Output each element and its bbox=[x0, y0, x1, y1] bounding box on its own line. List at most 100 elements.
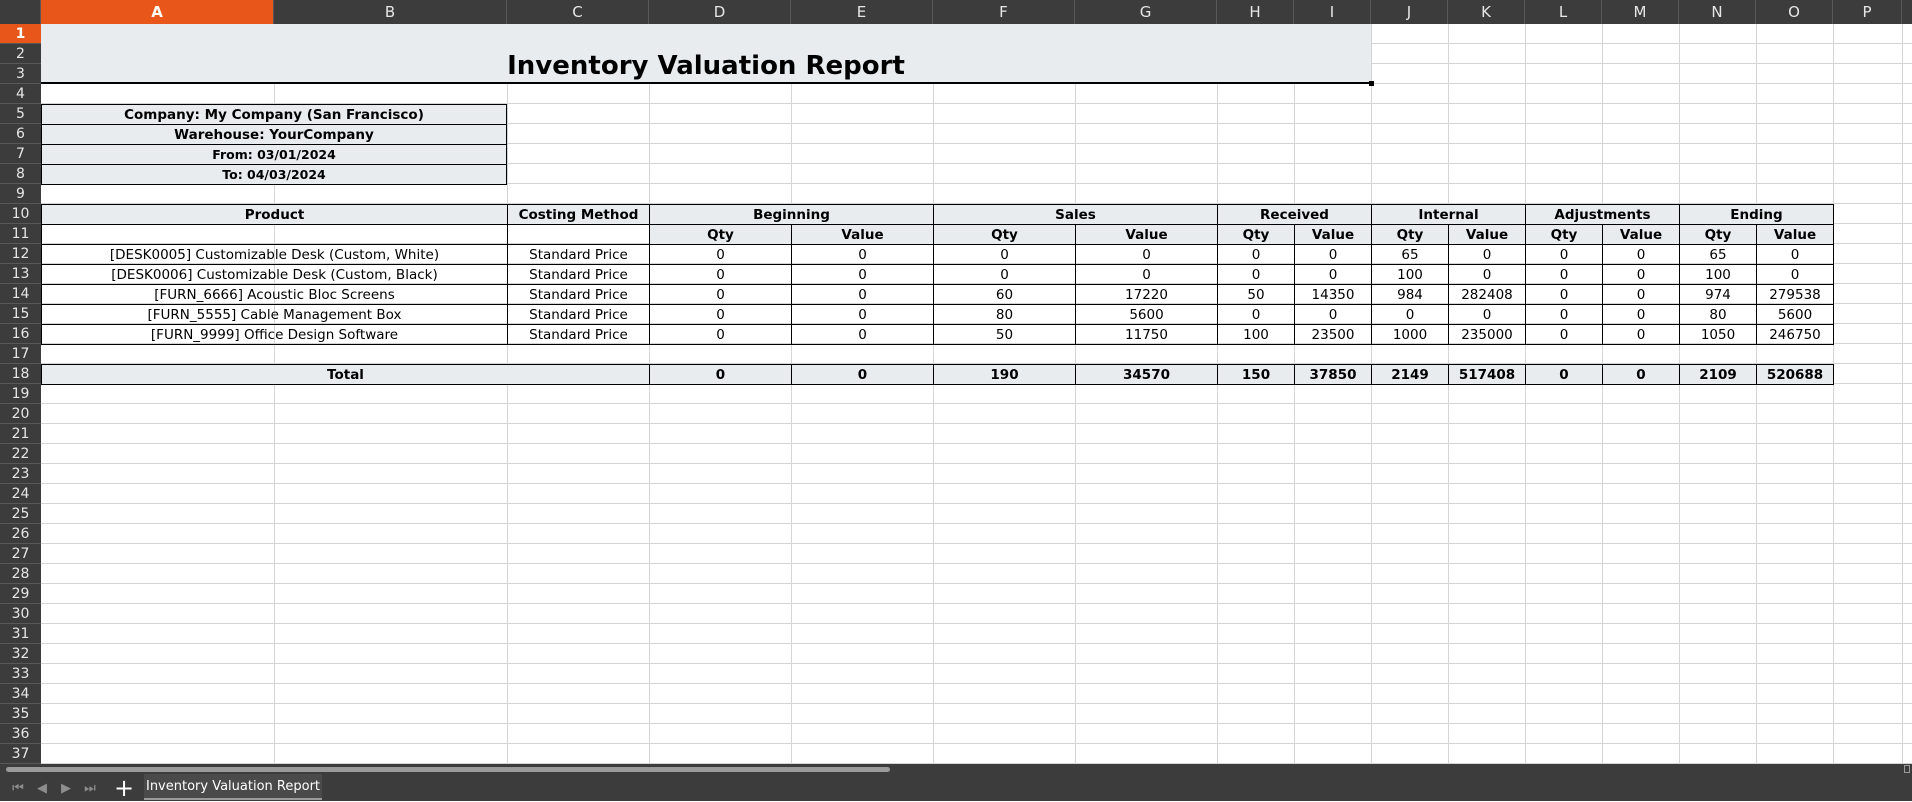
total-cell[interactable]: 190 bbox=[933, 364, 1076, 385]
horizontal-scrollbar[interactable] bbox=[0, 764, 1912, 774]
value-cell[interactable]: 0 bbox=[1294, 304, 1372, 325]
row-header[interactable]: 23 bbox=[0, 464, 41, 484]
value-cell[interactable]: 0 bbox=[1602, 244, 1680, 265]
row-header[interactable]: 9 bbox=[0, 184, 41, 204]
costing-method-cell[interactable]: Standard Price bbox=[507, 284, 650, 305]
column-header[interactable]: L bbox=[1525, 0, 1602, 24]
qty-subheader[interactable]: Qty bbox=[1679, 224, 1757, 245]
group-header[interactable]: Adjustments bbox=[1525, 204, 1680, 225]
value-cell[interactable]: 235000 bbox=[1448, 324, 1526, 345]
value-cell[interactable]: 0 bbox=[1602, 284, 1680, 305]
total-cell[interactable]: 0 bbox=[1525, 364, 1603, 385]
row-header[interactable]: 37 bbox=[0, 744, 41, 764]
column-header[interactable]: I bbox=[1294, 0, 1371, 24]
value-cell[interactable]: 0 bbox=[1525, 244, 1603, 265]
value-cell[interactable]: 0 bbox=[1294, 244, 1372, 265]
group-header[interactable]: Internal bbox=[1371, 204, 1526, 225]
value-subheader[interactable]: Value bbox=[1602, 224, 1680, 245]
total-cell[interactable]: 0 bbox=[649, 364, 792, 385]
row-header[interactable]: 15 bbox=[0, 304, 41, 324]
value-cell[interactable]: 50 bbox=[933, 324, 1076, 345]
column-header[interactable]: E bbox=[791, 0, 933, 24]
row-header[interactable]: 22 bbox=[0, 444, 41, 464]
value-cell[interactable]: 0 bbox=[1602, 264, 1680, 285]
value-subheader[interactable]: Value bbox=[1294, 224, 1372, 245]
row-header[interactable]: 16 bbox=[0, 324, 41, 344]
product-cell[interactable]: [FURN_6666] Acoustic Bloc Screens bbox=[41, 284, 508, 305]
row-header[interactable]: 3 bbox=[0, 64, 41, 84]
column-header[interactable]: F bbox=[933, 0, 1075, 24]
row-header[interactable]: 5 bbox=[0, 104, 41, 124]
product-subheader-blank[interactable] bbox=[41, 224, 508, 245]
row-header[interactable]: 11 bbox=[0, 224, 41, 244]
warehouse-label[interactable]: Warehouse: YourCompany bbox=[41, 124, 507, 145]
value-cell[interactable]: 100 bbox=[1217, 324, 1295, 345]
value-cell[interactable]: 0 bbox=[1217, 244, 1295, 265]
row-header[interactable]: 25 bbox=[0, 504, 41, 524]
value-subheader[interactable]: Value bbox=[1756, 224, 1834, 245]
column-header[interactable]: K bbox=[1448, 0, 1525, 24]
group-header[interactable]: Ending bbox=[1679, 204, 1834, 225]
column-header[interactable]: J bbox=[1371, 0, 1448, 24]
value-cell[interactable]: 0 bbox=[791, 244, 934, 265]
value-cell[interactable]: 0 bbox=[933, 264, 1076, 285]
value-cell[interactable]: 0 bbox=[1756, 264, 1834, 285]
value-cell[interactable]: 23500 bbox=[1294, 324, 1372, 345]
value-cell[interactable]: 0 bbox=[791, 304, 934, 325]
qty-subheader[interactable]: Qty bbox=[1371, 224, 1449, 245]
value-cell[interactable]: 60 bbox=[933, 284, 1076, 305]
value-cell[interactable]: 5600 bbox=[1075, 304, 1218, 325]
row-header[interactable]: 17 bbox=[0, 344, 41, 364]
costing-method-cell[interactable]: Standard Price bbox=[507, 264, 650, 285]
row-header[interactable]: 13 bbox=[0, 264, 41, 284]
value-cell[interactable]: 0 bbox=[1602, 324, 1680, 345]
value-cell[interactable]: 65 bbox=[1371, 244, 1449, 265]
qty-subheader[interactable]: Qty bbox=[933, 224, 1076, 245]
row-header[interactable]: 10 bbox=[0, 204, 41, 224]
total-cell[interactable]: 2109 bbox=[1679, 364, 1757, 385]
value-cell[interactable]: 279538 bbox=[1756, 284, 1834, 305]
report-title[interactable]: Inventory Valuation Report bbox=[41, 24, 1371, 84]
column-header[interactable]: A bbox=[41, 0, 274, 24]
product-cell[interactable]: [DESK0006] Customizable Desk (Custom, Bl… bbox=[41, 264, 508, 285]
costing-subheader-blank[interactable] bbox=[507, 224, 650, 245]
row-header[interactable]: 36 bbox=[0, 724, 41, 744]
value-cell[interactable]: 100 bbox=[1371, 264, 1449, 285]
product-cell[interactable]: [FURN_5555] Cable Management Box bbox=[41, 304, 508, 325]
row-header[interactable]: 24 bbox=[0, 484, 41, 504]
row-header[interactable]: 29 bbox=[0, 584, 41, 604]
total-cell[interactable]: 34570 bbox=[1075, 364, 1218, 385]
value-cell[interactable]: 0 bbox=[1217, 304, 1295, 325]
selection-handle[interactable] bbox=[1369, 81, 1374, 86]
column-header[interactable]: P bbox=[1833, 0, 1902, 24]
row-header[interactable]: 20 bbox=[0, 404, 41, 424]
prev-sheet-icon[interactable]: ◀ bbox=[32, 778, 52, 798]
column-header[interactable]: B bbox=[274, 0, 507, 24]
row-header[interactable]: 7 bbox=[0, 144, 41, 164]
value-cell[interactable]: 1000 bbox=[1371, 324, 1449, 345]
first-sheet-icon[interactable]: ⏮ bbox=[8, 778, 28, 798]
value-cell[interactable]: 1050 bbox=[1679, 324, 1757, 345]
value-subheader[interactable]: Value bbox=[791, 224, 934, 245]
value-cell[interactable]: 0 bbox=[1525, 324, 1603, 345]
value-cell[interactable]: 0 bbox=[1448, 264, 1526, 285]
value-cell[interactable]: 0 bbox=[1217, 264, 1295, 285]
qty-subheader[interactable]: Qty bbox=[1525, 224, 1603, 245]
last-sheet-icon[interactable]: ⏭ bbox=[80, 778, 100, 798]
total-cell[interactable]: 37850 bbox=[1294, 364, 1372, 385]
costing-method-cell[interactable]: Standard Price bbox=[507, 304, 650, 325]
value-cell[interactable]: 0 bbox=[649, 324, 792, 345]
value-cell[interactable]: 0 bbox=[649, 264, 792, 285]
value-cell[interactable]: 65 bbox=[1679, 244, 1757, 265]
total-cell[interactable]: 150 bbox=[1217, 364, 1295, 385]
row-header[interactable]: 19 bbox=[0, 384, 41, 404]
value-cell[interactable]: 0 bbox=[649, 284, 792, 305]
row-header[interactable]: 21 bbox=[0, 424, 41, 444]
value-cell[interactable]: 0 bbox=[1525, 284, 1603, 305]
value-cell[interactable]: 0 bbox=[1756, 244, 1834, 265]
value-cell[interactable]: 0 bbox=[791, 284, 934, 305]
row-header[interactable]: 1 bbox=[0, 24, 41, 44]
value-cell[interactable]: 0 bbox=[649, 244, 792, 265]
product-cell[interactable]: [DESK0005] Customizable Desk (Custom, Wh… bbox=[41, 244, 508, 265]
add-sheet-icon[interactable]: + bbox=[112, 774, 136, 802]
